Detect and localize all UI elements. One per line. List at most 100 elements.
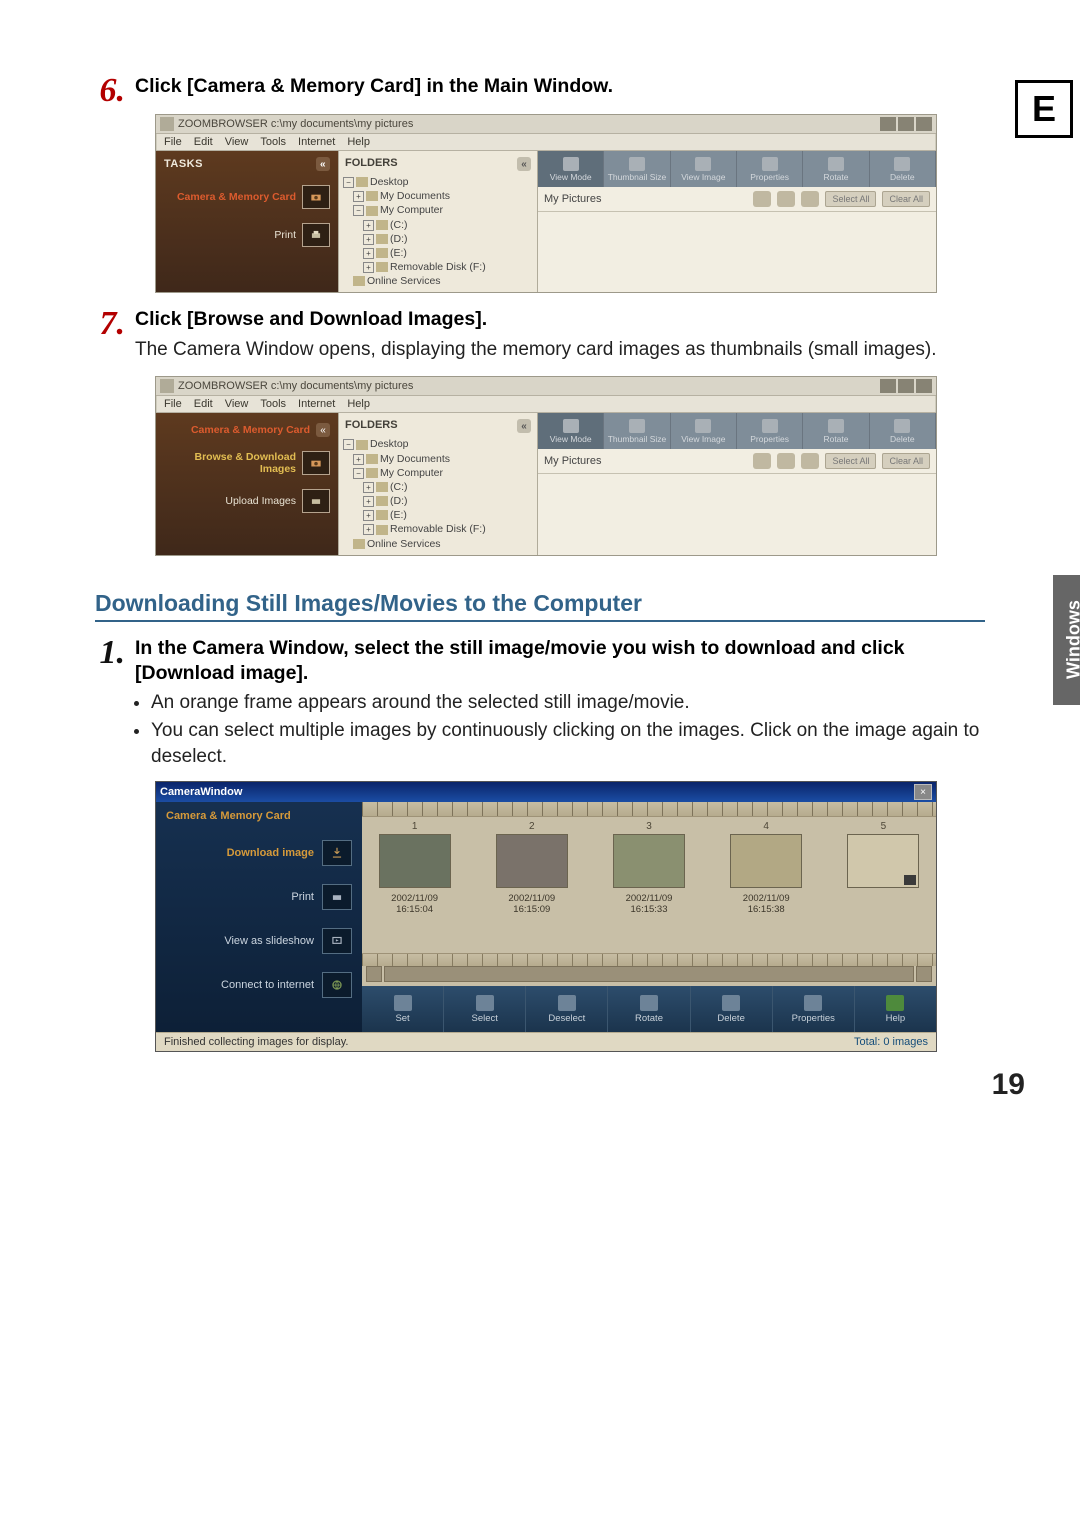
step-7-text: The Camera Window opens, displaying the …	[135, 337, 985, 363]
properties-button[interactable]: Properties	[737, 151, 803, 187]
task-browse-download[interactable]: Browse & Download Images	[164, 451, 296, 475]
maximize-button[interactable]	[898, 379, 914, 393]
zoom-out-icon[interactable]	[777, 453, 795, 469]
view-image-button[interactable]: View Image	[671, 151, 737, 187]
properties-button[interactable]: Properties	[773, 986, 855, 1032]
menu-view[interactable]: View	[225, 136, 249, 148]
delete-icon	[722, 995, 740, 1011]
scroll-right-button[interactable]	[916, 966, 932, 982]
app-icon	[160, 379, 174, 393]
thumbnail-item[interactable]: 1 2002/11/0916:15:04	[370, 821, 459, 945]
section-heading: Downloading Still Images/Movies to the C…	[95, 590, 985, 622]
delete-button[interactable]: Delete	[691, 986, 773, 1032]
folder-tree[interactable]: −Desktop +My Documents −My Computer +(C:…	[343, 175, 533, 288]
zoom-in-icon[interactable]	[753, 453, 771, 469]
menu-tools[interactable]: Tools	[260, 136, 286, 148]
delete-button[interactable]: Delete	[870, 151, 936, 187]
step-number-6: 6.	[95, 74, 125, 108]
thumbnail-size-button[interactable]: Thumbnail Size	[604, 151, 670, 187]
maximize-button[interactable]	[898, 117, 914, 131]
minimize-button[interactable]	[880, 379, 896, 393]
camera-icon[interactable]	[302, 451, 330, 475]
globe-icon[interactable]	[322, 972, 352, 998]
select-all-button[interactable]: Select All	[825, 453, 876, 469]
tasks-collapse-icon[interactable]: «	[316, 157, 330, 171]
set-button[interactable]: Set	[362, 986, 444, 1032]
minimize-button[interactable]	[880, 117, 896, 131]
step-6-heading: Click [Camera & Memory Card] in the Main…	[135, 74, 985, 99]
menu-help[interactable]: Help	[347, 398, 370, 410]
menu-file[interactable]: File	[164, 136, 182, 148]
scrollbar-track[interactable]	[384, 966, 914, 982]
close-button[interactable]: ×	[914, 784, 932, 800]
select-icon	[476, 995, 494, 1011]
zoom-out-icon[interactable]	[777, 191, 795, 207]
page-number: 19	[992, 1068, 1025, 1102]
print-icon[interactable]	[302, 223, 330, 247]
zoombrowser-window-1: ZOOMBROWSER c:\my documents\my pictures …	[155, 114, 937, 293]
menu-file[interactable]: File	[164, 398, 182, 410]
select-button[interactable]: Select	[444, 986, 526, 1032]
menu-internet[interactable]: Internet	[298, 398, 335, 410]
folder-tree[interactable]: −Desktop +My Documents −My Computer +(C:…	[343, 437, 533, 550]
camera-icon[interactable]	[302, 185, 330, 209]
view-mode-button[interactable]: View Mode	[538, 413, 604, 449]
thumbnail-item[interactable]: 5	[839, 821, 928, 945]
rotate-button[interactable]: Rotate	[803, 413, 869, 449]
camera-tasks-panel: Camera & Memory Card Download image Prin…	[156, 802, 362, 1032]
close-button[interactable]	[916, 117, 932, 131]
select-all-button[interactable]: Select All	[825, 191, 876, 207]
close-button[interactable]	[916, 379, 932, 393]
task-camera-memory-card[interactable]: Camera & Memory Card	[164, 191, 296, 203]
connect-internet-task[interactable]: Connect to internet	[166, 979, 314, 991]
menu-view[interactable]: View	[225, 398, 249, 410]
print-task[interactable]: Print	[166, 891, 314, 903]
task-back-icon[interactable]: «	[316, 423, 330, 437]
rotate-button[interactable]: Rotate	[608, 986, 690, 1032]
properties-button[interactable]: Properties	[737, 413, 803, 449]
thumbnail-size-button[interactable]: Thumbnail Size	[604, 413, 670, 449]
task-print[interactable]: Print	[164, 229, 296, 241]
clear-all-button[interactable]: Clear All	[882, 191, 930, 207]
os-side-tab: Windows	[1053, 575, 1080, 705]
download-image-task[interactable]: Download image	[166, 847, 314, 859]
clear-all-button[interactable]: Clear All	[882, 453, 930, 469]
slideshow-task[interactable]: View as slideshow	[166, 935, 314, 947]
menu-edit[interactable]: Edit	[194, 136, 213, 148]
rotate-button[interactable]: Rotate	[803, 151, 869, 187]
view-mode-button[interactable]: View Mode	[538, 151, 604, 187]
task-upload-images[interactable]: Upload Images	[164, 495, 296, 507]
slideshow-icon[interactable]	[322, 928, 352, 954]
tasks-heading: TASKS	[164, 158, 203, 170]
step-1-bullet-2: You can select multiple images by contin…	[151, 718, 985, 769]
download-icon[interactable]	[322, 840, 352, 866]
delete-button[interactable]: Delete	[870, 413, 936, 449]
scroll-left-button[interactable]	[366, 966, 382, 982]
thumbnail-item[interactable]: 4 2002/11/0916:15:38	[722, 821, 811, 945]
folders-heading: FOLDERS	[345, 419, 398, 433]
step-number-7: 7.	[95, 307, 125, 341]
help-button[interactable]: Help	[855, 986, 936, 1032]
zoom-in-icon[interactable]	[753, 191, 771, 207]
view-toolbar: View Mode Thumbnail Size View Image Prop…	[538, 151, 936, 187]
print-icon[interactable]	[322, 884, 352, 910]
thumbnail-item[interactable]: 3 2002/11/0916:15:33	[604, 821, 693, 945]
menu-help[interactable]: Help	[347, 136, 370, 148]
menu-internet[interactable]: Internet	[298, 136, 335, 148]
deselect-button[interactable]: Deselect	[526, 986, 608, 1032]
view-image-button[interactable]: View Image	[671, 413, 737, 449]
up-level-icon[interactable]	[801, 191, 819, 207]
menu-tools[interactable]: Tools	[260, 398, 286, 410]
upload-icon[interactable]	[302, 489, 330, 513]
app-icon	[160, 117, 174, 131]
section-index-tab: E	[1015, 80, 1073, 138]
status-text: Finished collecting images for display.	[164, 1036, 348, 1048]
thumbnail-item[interactable]: 2 2002/11/0916:15:09	[487, 821, 576, 945]
camera-section-label: Camera & Memory Card	[166, 810, 352, 822]
camera-window: CameraWindow × Camera & Memory Card Down…	[155, 781, 937, 1052]
folders-collapse-icon[interactable]: «	[517, 419, 531, 433]
task-camera-memory-card[interactable]: Camera & Memory Card	[164, 424, 310, 436]
menu-edit[interactable]: Edit	[194, 398, 213, 410]
up-level-icon[interactable]	[801, 453, 819, 469]
folders-collapse-icon[interactable]: «	[517, 157, 531, 171]
